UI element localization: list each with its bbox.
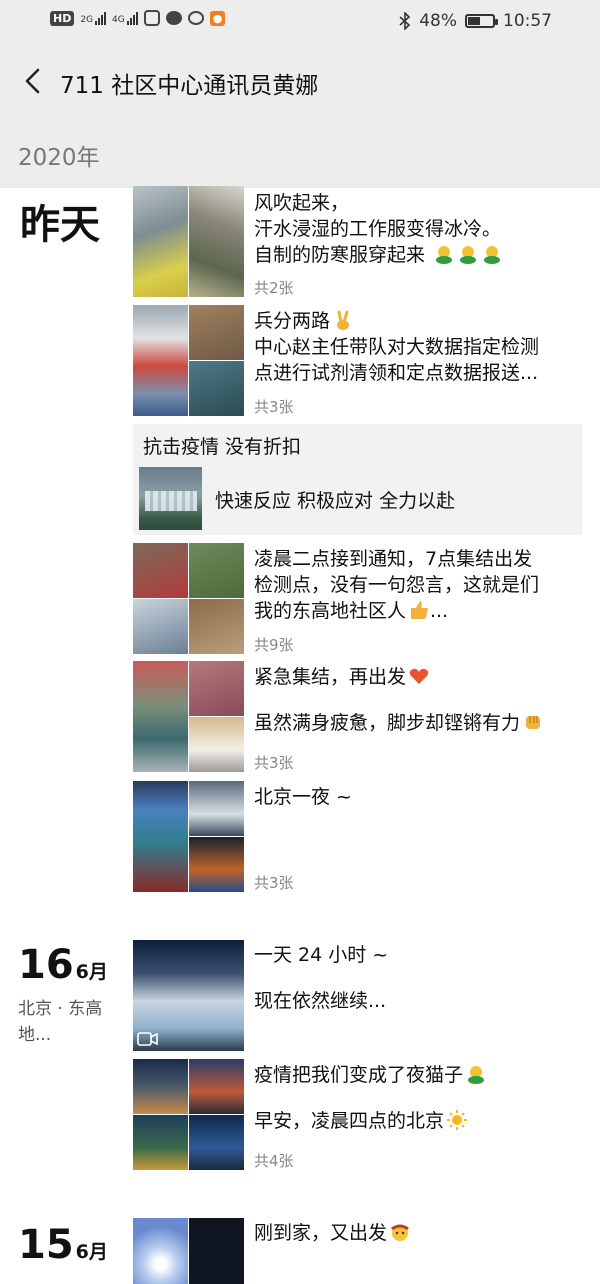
post-caption: 风吹起来， 汗水浸湿的工作服变得冰冷。 自制的防寒服穿起来 [254,190,584,268]
bluetooth-icon [399,12,411,30]
day-label: 16 6月 [18,942,108,988]
video-thumbnail[interactable] [133,940,244,1051]
photo-count: 共3张 [254,398,294,416]
nav-bar: 711 社区中心通讯员黄娜 [0,44,600,118]
status-left-icons: HD 2G 4G ● [50,10,226,26]
post-thumbnail[interactable] [133,305,244,416]
day-label: 昨天 [20,202,100,248]
green-hands-emoji [468,1066,485,1084]
year-divider: 2020年 [0,118,600,188]
green-hands-emoji [436,246,453,264]
clock: 10:57 [503,11,552,31]
post-thumbnail[interactable] [133,781,244,892]
shared-article-summary: 快速反应 积极应对 全力以赴 [215,490,456,512]
post-caption: 疫情把我们变成了夜猫子 早安，凌晨四点的北京 [254,1062,584,1134]
shield-app-icon [143,10,160,26]
status-right: 48% 10:57 [399,11,552,31]
hd-icon: HD [50,10,75,26]
battery-percent: 48% [419,11,457,31]
post-thumbnail[interactable] [133,1218,244,1284]
fist-emoji [526,716,541,729]
post-thumbnail[interactable] [133,1059,244,1170]
post-thumbnail[interactable] [133,661,244,772]
photo-count: 共3张 [254,754,294,772]
post-caption: 兵分两路 中心赵主任带队对大数据指定检测 点进行试剂清领和定点数据报送... [254,310,540,384]
app-badge-icon: ● [209,10,226,26]
post-caption: 凌晨二点接到通知，7点集结出发 检测点，没有一句怨言，这就是们 我的东高地社区人… [254,548,540,622]
signal-4g-icon: 4G [112,11,138,25]
post-caption: 一天 24 小时 ~ 现在依然继续... [254,944,389,1012]
green-hands-emoji [484,246,501,264]
post-caption: 北京一夜 ~ [254,786,352,808]
green-hands-emoji [460,246,477,264]
shared-article-thumbnail [139,467,202,530]
chevron-left-icon[interactable] [18,64,48,98]
thumbs-up-emoji [411,601,429,619]
shared-article-title: 抗击疫情 没有折扣 [143,436,302,458]
status-bar: HD 2G 4G ● 48% 10:57 [0,0,600,44]
victory-hand-emoji [337,310,350,330]
battery-icon [465,14,498,28]
shared-article-card[interactable]: 抗击疫情 没有折扣 快速反应 积极应对 全力以赴 [133,424,582,535]
sun-emoji [447,1110,468,1130]
day-label: 15 6月 [18,1222,108,1268]
signal-2g-icon: 2G [80,11,107,25]
photo-count: 共4张 [254,1152,294,1170]
post-caption: 刚到家，又出发 [254,1220,584,1246]
post-caption: 紧急集结，再出发 虽然满身疲惫，脚步却铿锵有力 [254,664,584,736]
cowboy-emoji [391,1224,409,1241]
post-thumbnail[interactable] [133,186,244,297]
page-title: 711 社区中心通讯员黄娜 [60,73,319,99]
photo-count: 共3张 [254,874,294,892]
heart-emoji [409,668,429,684]
chat-bubble-icon [165,11,182,25]
photo-count: 共9张 [254,636,294,654]
video-camera-icon [137,1032,158,1046]
year-label: 2020年 [18,145,100,171]
message-icon [187,11,204,25]
post-thumbnail[interactable] [133,543,244,654]
photo-count: 共2张 [254,279,294,297]
post-location: 北京 · 东高地... [18,999,103,1045]
